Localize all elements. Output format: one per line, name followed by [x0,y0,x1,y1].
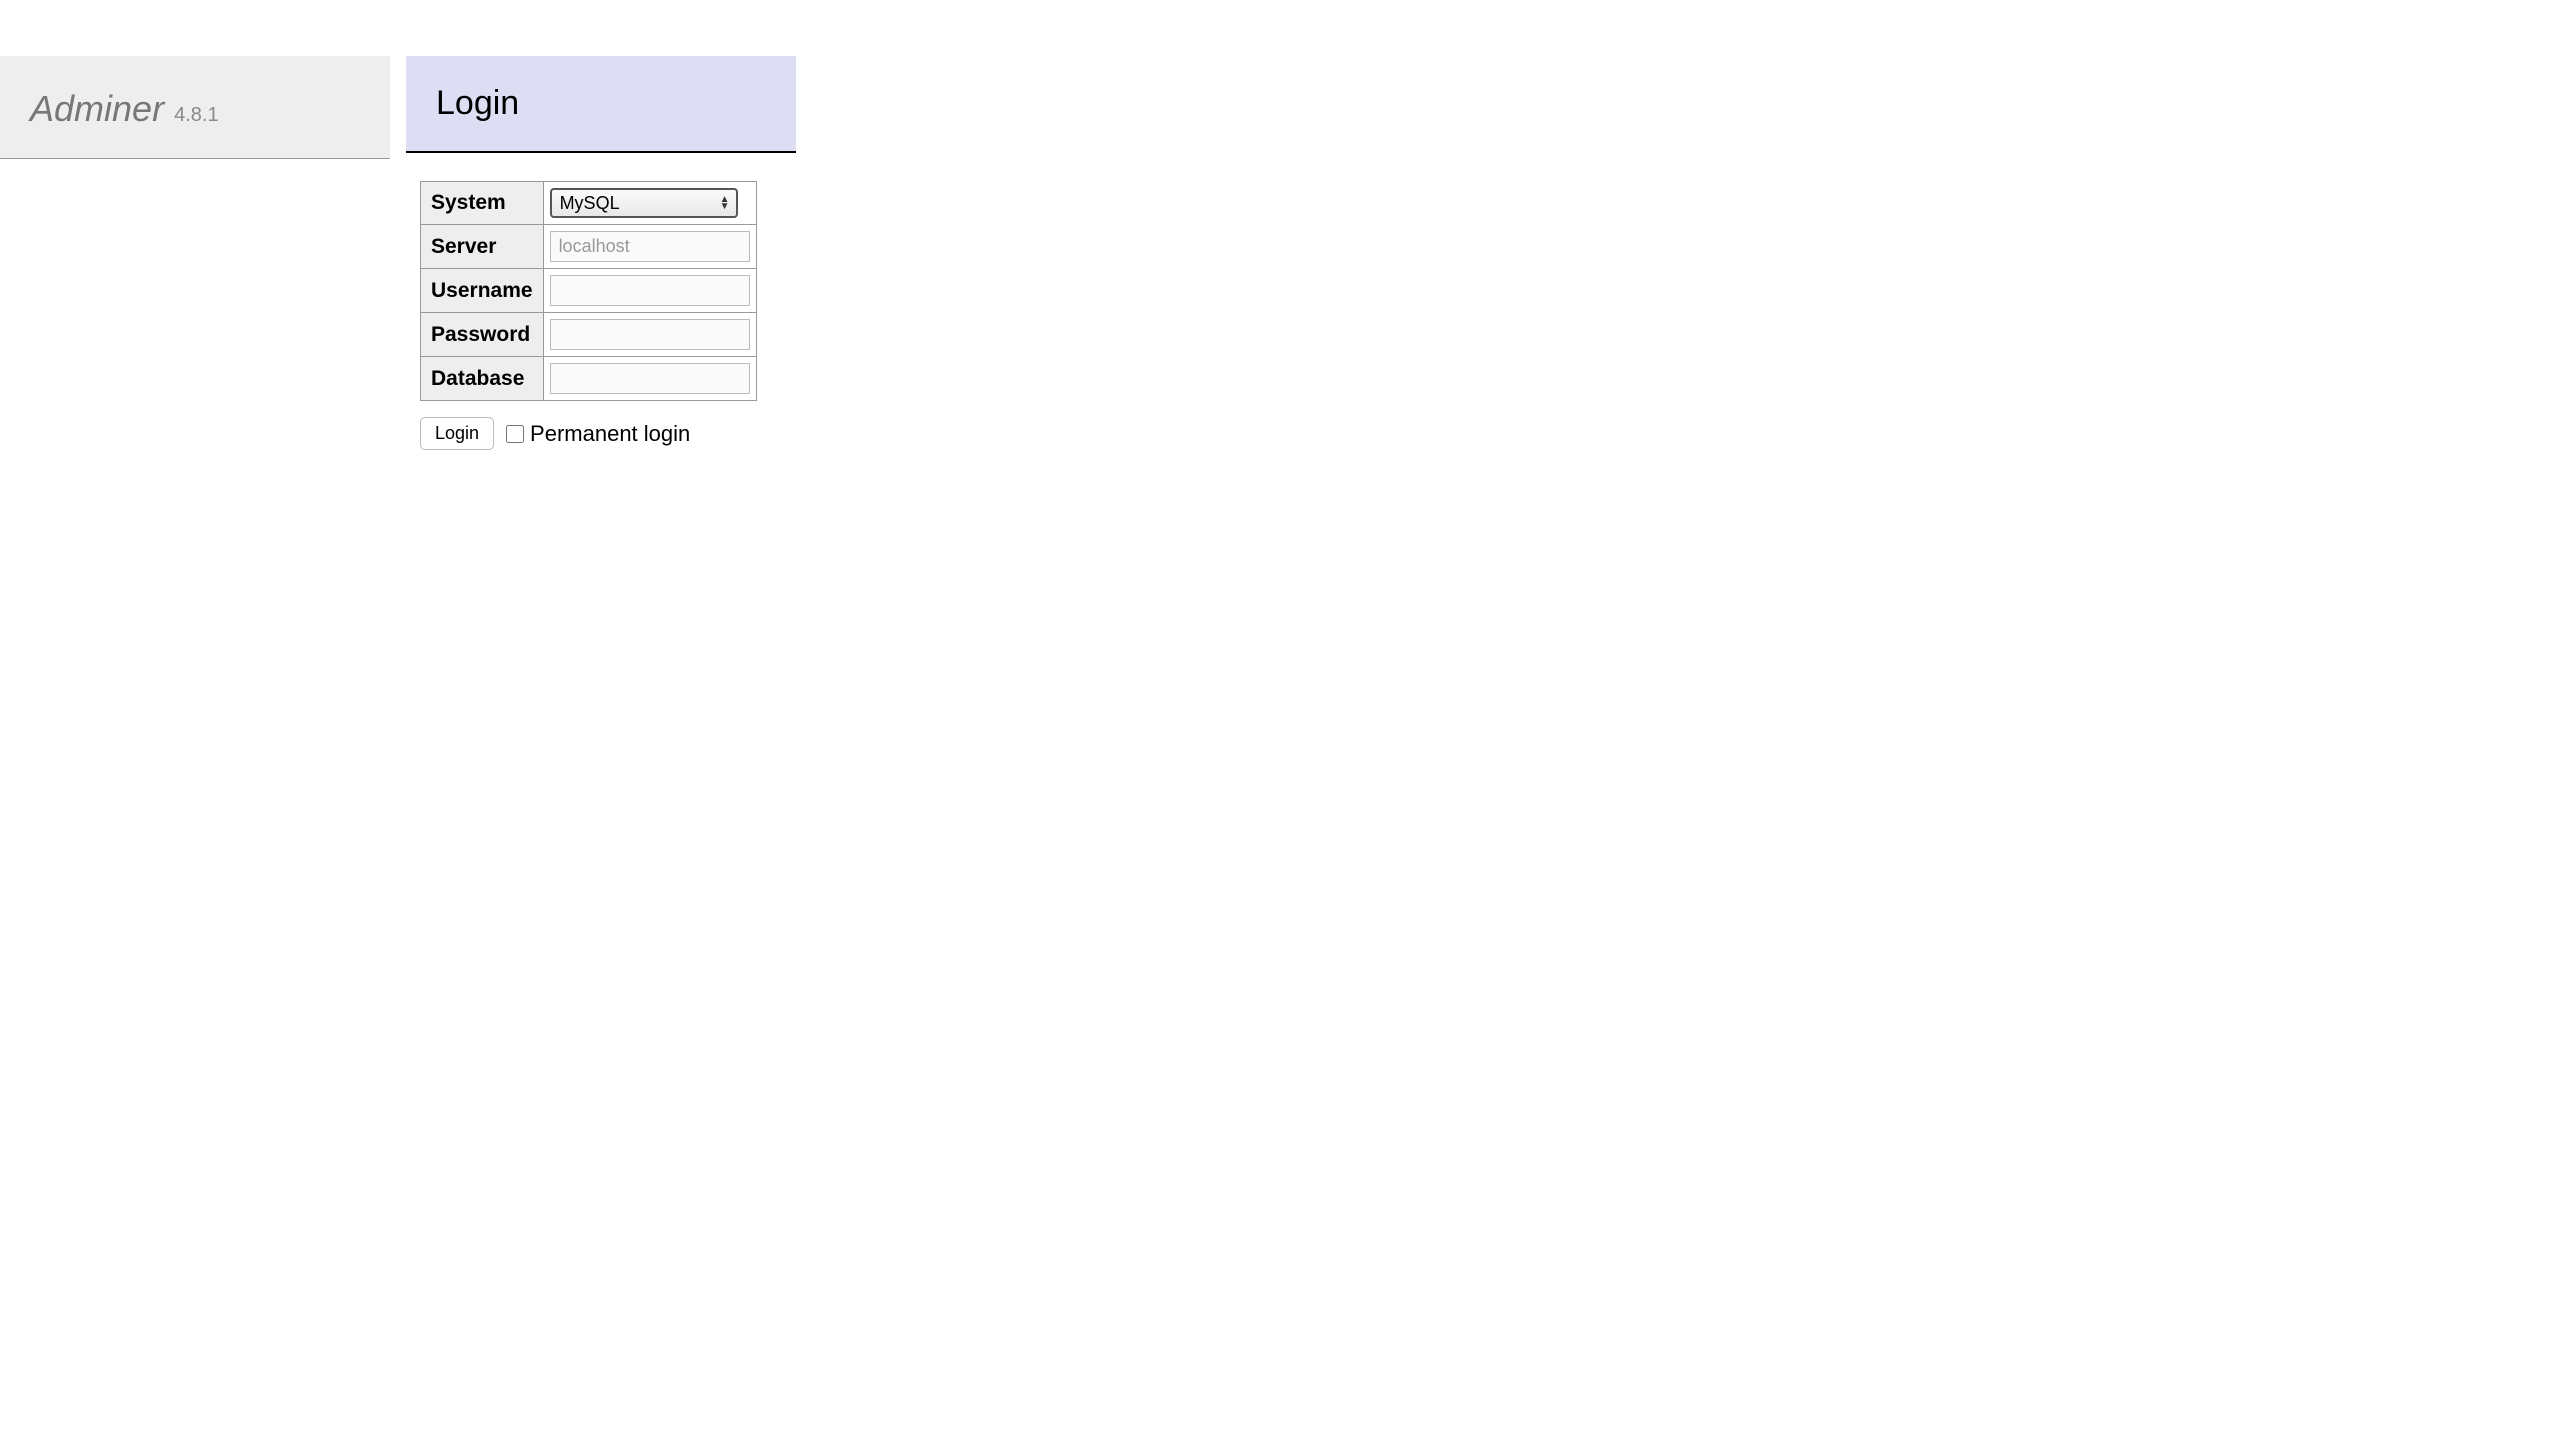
row-database: Database [421,357,757,401]
password-input[interactable] [550,319,750,350]
permanent-login-checkbox[interactable] [506,425,524,443]
database-input[interactable] [550,363,750,394]
label-system: System [421,182,544,225]
row-password: Password [421,313,757,357]
row-server: Server [421,225,757,269]
app-title: Adminer 4.8.1 [30,88,360,130]
label-username: Username [421,269,544,313]
page-title: Login [436,84,766,123]
row-username: Username [421,269,757,313]
login-form: System MySQL ▲▼ Server [420,181,2564,450]
label-database: Database [421,357,544,401]
label-password: Password [421,313,544,357]
login-table: System MySQL ▲▼ Server [420,181,757,401]
sidebar: Adminer 4.8.1 [0,56,390,159]
username-input[interactable] [550,275,750,306]
login-button[interactable] [420,417,494,450]
permanent-login-text: Permanent login [530,421,690,447]
label-server: Server [421,225,544,269]
app-name: Adminer [30,88,164,129]
server-input[interactable] [550,231,750,262]
app-version: 4.8.1 [174,104,218,126]
page-header: Login [406,56,796,153]
main-content: Login System MySQL ▲▼ Serve [390,0,2564,450]
permanent-login-label[interactable]: Permanent login [506,421,690,447]
system-select[interactable]: MySQL [550,188,738,218]
row-system: System MySQL ▲▼ [421,182,757,225]
form-actions: Permanent login [420,417,2564,450]
